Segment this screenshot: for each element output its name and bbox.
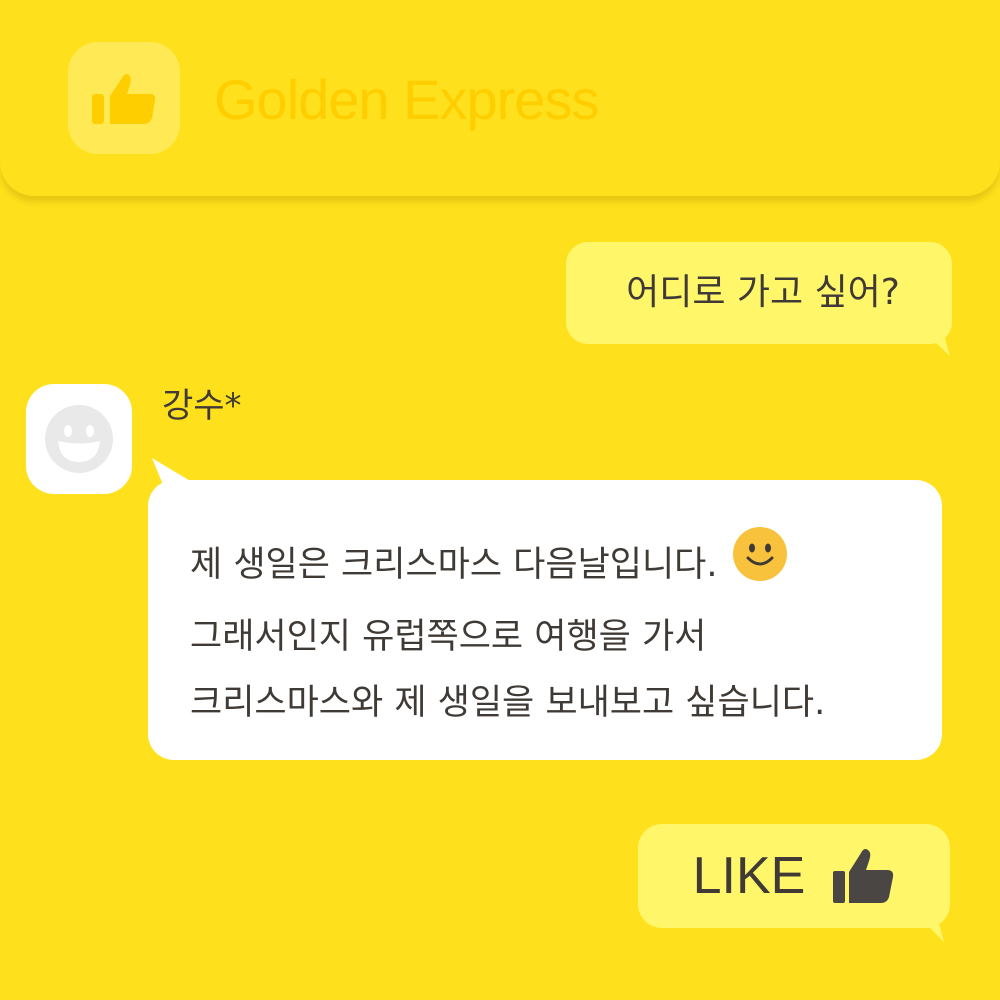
bubble-tail (920, 328, 950, 356)
smiley-emoji-icon (732, 526, 788, 604)
like-text: LIKE (692, 847, 806, 905)
thumbs-up-icon (92, 74, 156, 124)
bubble-tail (914, 912, 944, 942)
app-title: Golden Express (214, 68, 599, 131)
message-text: 그래서인지 유럽쪽으로 여행을 가서 (190, 617, 707, 657)
app-header: Golden Express (0, 0, 1000, 196)
message-text: 크리스마스와 제 생일을 보내보고 싶습니다. (190, 683, 826, 723)
message-line: 그래서인지 유럽쪽으로 여행을 가서 (190, 604, 912, 670)
message-text: 제 생일은 크리스마스 다음날입니다. (190, 545, 718, 585)
message-text: 어디로 가고 싶어? (626, 272, 900, 313)
like-message-bubble[interactable]: LIKE (638, 824, 950, 942)
sender-name: 강수* (162, 386, 242, 426)
smiling-face-avatar-icon (45, 405, 113, 473)
message-line: 제 생일은 크리스마스 다음날입니다. (190, 526, 912, 604)
thumbs-up-icon (831, 847, 895, 905)
received-message-bubble[interactable]: 제 생일은 크리스마스 다음날입니다. 그래서인지 유럽쪽으로 여행을 가서 크… (148, 458, 942, 760)
message-line: 크리스마스와 제 생일을 보내보고 싶습니다. (190, 670, 912, 736)
sender-avatar[interactable] (26, 384, 132, 494)
sent-message-bubble[interactable]: 어디로 가고 싶어? (566, 242, 952, 356)
bubble-tail (152, 458, 192, 492)
app-logo (68, 42, 180, 154)
